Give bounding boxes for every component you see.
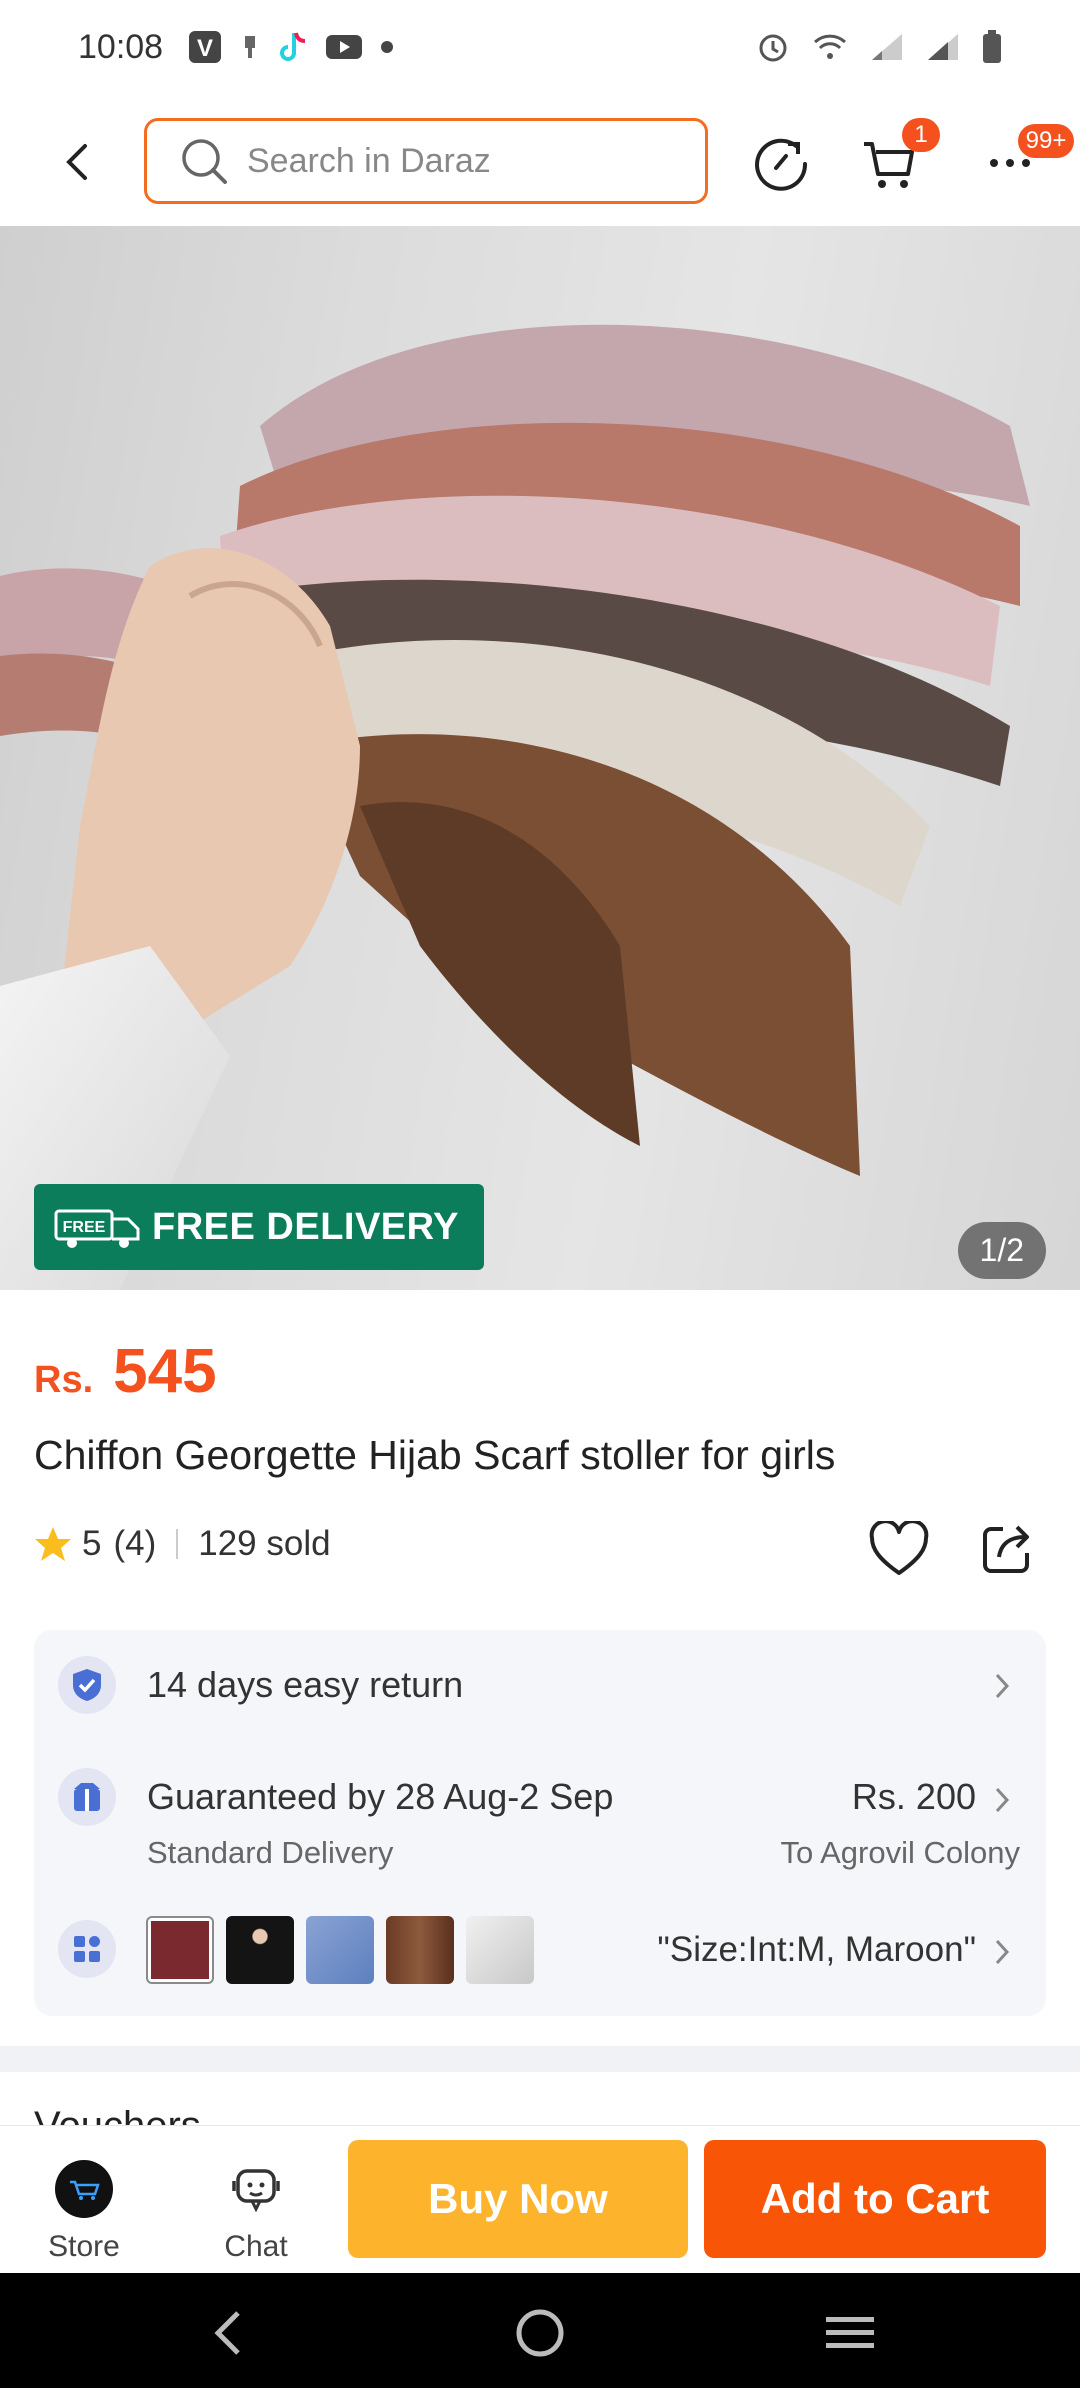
buy-now-button[interactable]: Buy Now xyxy=(348,2140,688,2258)
share-icon xyxy=(983,1525,1029,1573)
svg-text:FREE: FREE xyxy=(63,1219,106,1236)
nav-back-button[interactable] xyxy=(198,2303,258,2363)
rating-count: (4) xyxy=(113,1524,157,1563)
signal-2-icon xyxy=(926,32,960,62)
store-label: Store xyxy=(48,2230,120,2263)
back-icon xyxy=(214,2311,240,2355)
delivery-guarantee: Guaranteed by 28 Aug-2 Sep xyxy=(147,1776,614,1817)
youtube-icon xyxy=(326,33,362,61)
variant-thumb-black[interactable] xyxy=(226,1916,294,1984)
price: Rs. 545 xyxy=(34,1336,217,1407)
status-time: 10:08 xyxy=(78,28,164,66)
variant-thumb-brown[interactable] xyxy=(386,1916,454,1984)
refresh-button[interactable] xyxy=(746,128,816,198)
selected-variant: "Size:Int:M, Maroon" xyxy=(657,1930,976,1969)
status-bar: 10:08 V xyxy=(0,0,1080,100)
delivery-location: To Agrovil Colony xyxy=(780,1835,1020,1870)
delivery-fee: Rs. 200 xyxy=(851,1776,976,1817)
return-policy-row[interactable]: 14 days easy return xyxy=(34,1630,1046,1740)
home-icon xyxy=(516,2309,564,2357)
status-right-icons xyxy=(756,30,1002,64)
rating-row[interactable]: 5 (4) 129 sold xyxy=(34,1524,331,1564)
free-delivery-text: FREE DELIVERY xyxy=(152,1205,460,1248)
sold-count: 129 sold xyxy=(198,1524,331,1563)
star-icon xyxy=(35,1527,71,1561)
chevron-right-icon xyxy=(988,1932,1016,1972)
signal-1-icon xyxy=(870,32,904,62)
cart-button[interactable]: 1 xyxy=(854,118,940,198)
delivery-row[interactable]: Guaranteed by 28 Aug-2 Sep Standard Deli… xyxy=(34,1740,1046,1880)
chevron-left-icon xyxy=(66,144,87,180)
recents-icon xyxy=(826,2317,874,2348)
svg-text:V: V xyxy=(197,35,213,62)
wifi-icon xyxy=(812,32,848,62)
rating-value: 5 xyxy=(82,1524,102,1563)
chat-button[interactable]: Chat xyxy=(196,2160,316,2264)
chat-label: Chat xyxy=(224,2230,288,2263)
store-icon xyxy=(55,2160,113,2218)
product-photo xyxy=(0,324,1030,1290)
nav-recents-button[interactable] xyxy=(820,2303,880,2363)
status-left-icons: V xyxy=(188,30,394,64)
heart-icon xyxy=(869,1521,929,1575)
search-icon xyxy=(179,136,229,186)
product-image[interactable]: FREE FREE DELIVERY 1/2 xyxy=(0,226,1080,1290)
product-title: Chiffon Georgette Hijab Scarf stoller fo… xyxy=(34,1432,836,1478)
variant-thumb-blue[interactable] xyxy=(306,1916,374,1984)
chevron-right-icon xyxy=(988,1666,1016,1706)
alarm-icon xyxy=(756,30,790,64)
store-button[interactable]: Store xyxy=(26,2160,142,2264)
back-button[interactable] xyxy=(48,130,108,194)
refresh-icon xyxy=(755,138,808,191)
divider xyxy=(176,1529,179,1559)
free-delivery-badge: FREE FREE DELIVERY xyxy=(34,1184,484,1270)
wishlist-button[interactable] xyxy=(868,1518,930,1580)
price-currency: Rs. xyxy=(34,1359,94,1401)
dot-icon xyxy=(380,40,394,54)
delivery-truck-icon: FREE xyxy=(54,1209,140,1248)
image-counter: 1/2 xyxy=(957,1222,1046,1279)
chat-icon xyxy=(227,2160,285,2218)
grid-icon xyxy=(58,1920,116,1978)
chevron-right-icon xyxy=(988,1780,1016,1820)
price-value: 545 xyxy=(113,1337,217,1406)
nav-home-button[interactable] xyxy=(510,2303,570,2363)
search-placeholder: Search in Daraz xyxy=(247,141,491,180)
more-button[interactable]: 99+ xyxy=(976,124,1074,198)
v-app-icon: V xyxy=(188,30,222,64)
notification-badge: 99+ xyxy=(1018,124,1074,158)
shield-icon xyxy=(58,1656,116,1714)
variant-thumb-grey[interactable] xyxy=(466,1916,534,1984)
variant-thumbnails xyxy=(146,1916,534,1984)
battery-icon xyxy=(982,30,1002,64)
vouchers-heading[interactable]: Vouchers xyxy=(34,2104,201,2126)
search-input[interactable]: Search in Daraz xyxy=(144,118,708,204)
header: Search in Daraz 1 99+ xyxy=(0,100,1080,225)
delivery-type: Standard Delivery xyxy=(147,1835,394,1870)
variant-row[interactable]: "Size:Int:M, Maroon" xyxy=(34,1880,1046,2016)
variant-thumb-maroon[interactable] xyxy=(146,1916,214,1984)
share-button[interactable] xyxy=(976,1518,1038,1580)
delivery-box-icon xyxy=(58,1768,116,1826)
system-nav-bar xyxy=(0,2273,1080,2388)
cart-badge: 1 xyxy=(902,118,940,152)
tiktok-icon xyxy=(278,30,308,64)
add-to-cart-button[interactable]: Add to Cart xyxy=(704,2140,1046,2258)
return-policy-text: 14 days easy return xyxy=(147,1664,464,1705)
service-card: 14 days easy return Guaranteed by 28 Aug… xyxy=(34,1630,1046,2016)
bottom-action-bar: Store Chat Buy Now Add to Cart xyxy=(0,2125,1080,2273)
sd-icon xyxy=(240,32,260,62)
section-separator xyxy=(0,2046,1080,2072)
